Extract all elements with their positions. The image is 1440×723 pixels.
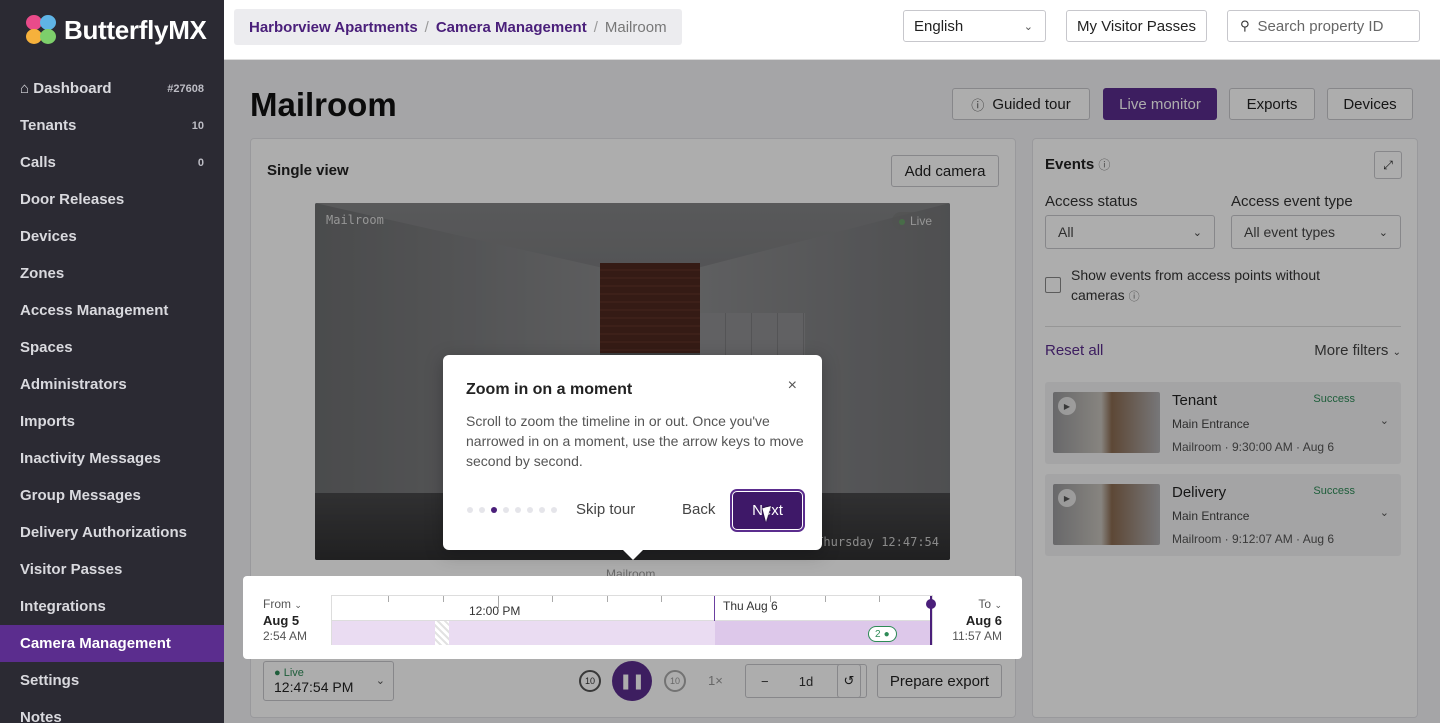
close-icon[interactable]: × [788,377,797,395]
day-boundary-line [714,596,715,621]
sidebar-item-door-releases[interactable]: Door Releases [0,181,224,218]
tour-progress-dots [467,507,557,513]
sidebar-item-settings[interactable]: Settings [0,662,224,699]
breadcrumb: Harborview Apartments / Camera Managemen… [234,9,682,45]
timeline-to-time: 11:57 AM [952,629,1002,643]
playhead-handle[interactable] [926,599,936,609]
timeline-tick [388,596,389,602]
brand-logo[interactable]: ButterflyMX [0,0,224,60]
search-placeholder: Search property ID [1257,17,1384,35]
sidebar-item-tenants[interactable]: Tenants 10 [0,107,224,144]
timeline-day-label: Thu Aug 6 [723,599,778,613]
tour-step-dot [539,507,545,513]
breadcrumb-camera-management[interactable]: Camera Management [436,19,587,36]
timeline-from-time: 2:54 AM [263,629,308,643]
tour-step-dot-active [491,507,497,513]
timeline-tick [443,596,444,602]
sidebar-item-administrators[interactable]: Administrators [0,366,224,403]
property-id-badge: #27608 [167,82,204,95]
tour-body: Scroll to zoom the timeline in or out. O… [466,413,804,469]
home-icon: ⌂ [20,80,34,97]
timeline-to[interactable]: To ⌄ Aug 6 11:57 AM [952,597,1002,644]
breadcrumb-separator: / [593,18,598,36]
sidebar-item-camera-management[interactable]: Camera Management [0,625,224,662]
sidebar-item-access-management[interactable]: Access Management [0,292,224,329]
breadcrumb-property[interactable]: Harborview Apartments [249,19,418,36]
timeline-tick [661,596,662,602]
timeline-tick [607,596,608,602]
tour-title: Zoom in on a moment [466,381,633,398]
sidebar-item-integrations[interactable]: Integrations [0,588,224,625]
timeline-from[interactable]: From ⌄ Aug 5 2:54 AM [263,597,307,644]
butterfly-logo-icon [26,15,58,45]
timeline-to-date: Aug 6 [965,613,1002,628]
event-cluster-badge[interactable]: 2 ● [868,626,897,642]
sidebar-item-delivery-authorizations[interactable]: Delivery Authorizations [0,514,224,551]
recording-gap [435,621,449,645]
timeline-track[interactable]: 12:00 PM Thu Aug 6 2 ● [331,595,936,645]
breadcrumb-current: Mailroom [604,18,667,36]
dot-icon: ● [883,628,890,640]
tour-step-dot [527,507,533,513]
sidebar-item-inactivity-messages[interactable]: Inactivity Messages [0,440,224,477]
breadcrumb-separator: / [424,18,429,36]
my-visitor-passes-button[interactable]: My Visitor Passes [1066,10,1207,42]
search-input[interactable]: ⚲ Search property ID [1227,10,1420,42]
sidebar-nav: ⌂ Dashboard #27608 Tenants 10 Calls 0 Door … [0,70,224,723]
tour-step-dot [503,507,509,513]
chevron-down-icon: ⌄ [1023,20,1033,33]
sidebar-item-group-messages[interactable]: Group Messages [0,477,224,514]
timeline-tick [879,596,880,602]
sidebar-item-devices[interactable]: Devices [0,218,224,255]
timeline-tick [825,596,826,602]
tour-step-dot [467,507,473,513]
sidebar-item-imports[interactable]: Imports [0,403,224,440]
timeline[interactable]: From ⌄ Aug 5 2:54 AM 12:00 PM Thu Aug 6 … [243,576,1022,659]
back-button[interactable]: Back [682,501,715,518]
calls-count: 0 [197,156,204,169]
tour-step-dot [515,507,521,513]
sidebar-item-dashboard[interactable]: ⌂ Dashboard #27608 [0,70,224,107]
tenants-count: 10 [191,119,204,132]
tour-step-dot [479,507,485,513]
sidebar-item-spaces[interactable]: Spaces [0,329,224,366]
sidebar-item-visitor-passes[interactable]: Visitor Passes [0,551,224,588]
skip-tour-button[interactable]: Skip tour [576,501,635,518]
timeline-axis: 12:00 PM Thu Aug 6 [332,596,932,621]
chevron-down-icon: ⌄ [994,600,1002,610]
sidebar-item-calls[interactable]: Calls 0 [0,144,224,181]
timeline-tick [552,596,553,602]
language-select[interactable]: English ⌄ [903,10,1046,42]
timeline-from-date: Aug 5 [263,613,300,628]
chevron-down-icon: ⌄ [294,600,302,610]
search-icon: ⚲ [1240,18,1250,33]
tour-step-dot [551,507,557,513]
recording-band-current-day [715,621,932,645]
sidebar: ButterflyMX ⌂ Dashboard #27608 Tenants 10 … [0,0,224,723]
timeline-noon-label: 12:00 PM [469,604,521,618]
top-bar: Harborview Apartments / Camera Managemen… [224,0,1440,60]
sidebar-item-notes[interactable]: Notes [0,699,224,723]
brand-name: ButterflyMX [64,14,207,45]
sidebar-item-zones[interactable]: Zones [0,255,224,292]
